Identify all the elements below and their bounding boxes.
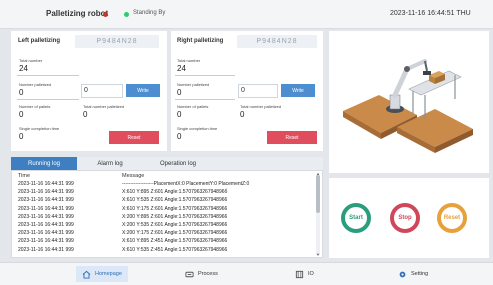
right-single-time-label: Single completion time bbox=[177, 126, 218, 131]
log-row-message: X:610 Y:895 Z:601 Angle:1.57079632679489… bbox=[122, 189, 228, 196]
right-total-underline bbox=[175, 75, 235, 76]
log-row-message: X:200 Y:535 Z:601 Angle:1.57079632679489… bbox=[122, 222, 228, 228]
log-row-time: 2023-11-16 16:44:31 999 bbox=[18, 230, 74, 237]
log-table[interactable]: Time Message 2023-11-16 16:44:31 999 ----… bbox=[11, 170, 323, 258]
left-total-palletized-label: Total number palletized bbox=[83, 104, 125, 109]
right-code-display: P9484N28 bbox=[237, 35, 317, 48]
log-scrollbar-thumb[interactable] bbox=[316, 175, 320, 213]
log-row-message: X:200 Y:175 Z:601 Angle:1.57079632679489… bbox=[122, 230, 228, 237]
nav-homepage[interactable]: Homepage bbox=[76, 266, 128, 282]
log-row: 2023-11-16 16:44:31 999 X:200 Y:175 Z:601… bbox=[12, 230, 302, 237]
right-palletizing-panel: Right palletizing P9484N28 Total number … bbox=[171, 31, 323, 151]
right-number-of-pallets: 0 bbox=[177, 110, 182, 119]
left-palletized-underline bbox=[17, 99, 79, 100]
right-single-time: 0 bbox=[177, 132, 182, 141]
log-row: 2023-11-16 16:44:31 999 X:610 Y:535 Z:601… bbox=[12, 197, 302, 204]
left-total-number-label: Total number bbox=[19, 58, 43, 63]
control-panel: Start Stop Reset bbox=[329, 178, 489, 258]
tab-operation-log[interactable]: Operation log bbox=[143, 157, 213, 170]
left-reset-button[interactable]: Reset bbox=[109, 131, 159, 144]
log-column-time: Time bbox=[18, 173, 31, 179]
start-button[interactable]: Start bbox=[341, 203, 371, 233]
log-row-message: X:610 Y:535 Z:451 Angle:1.57079632679489… bbox=[122, 246, 228, 253]
left-total-palletized: 0 bbox=[83, 110, 88, 119]
robot-cell-illustration bbox=[343, 59, 473, 153]
right-palletized-underline bbox=[175, 99, 235, 100]
log-row: 2023-11-16 16:44:31 999 X:200 Y:535 Z:601… bbox=[12, 222, 302, 229]
log-row-message: -------------------PlacementX:0 Placemen… bbox=[122, 181, 250, 187]
app-title: Palletizing robot bbox=[46, 9, 109, 18]
right-panel-title: Right palletizing bbox=[177, 38, 224, 44]
clock: 2023-11-16 16:44:51 THU bbox=[390, 10, 471, 17]
right-total-palletized: 0 bbox=[240, 110, 245, 119]
bottom-navigation: Homepage Process IO Setting bbox=[0, 262, 493, 285]
stop-button[interactable]: Stop bbox=[390, 203, 420, 233]
log-row: 2023-11-16 16:44:31 999 X:610 Y:535 Z:451… bbox=[12, 247, 302, 254]
gear-icon bbox=[398, 270, 407, 279]
log-row-time: 2023-11-16 16:44:31 999 bbox=[18, 197, 74, 204]
right-number-palletized-label: Number palletized bbox=[177, 82, 210, 87]
right-total-palletized-label: Total number palletized bbox=[240, 104, 282, 109]
right-total-number: 24 bbox=[177, 64, 186, 73]
log-row: 2023-11-16 16:44:31 999 X:610 Y:895 Z:451… bbox=[12, 238, 302, 245]
nav-homepage-label: Homepage bbox=[95, 271, 122, 277]
left-panel-title: Left palletizing bbox=[18, 38, 60, 44]
left-number-of-pallets: 0 bbox=[19, 110, 24, 119]
left-total-number: 24 bbox=[19, 64, 28, 73]
left-number-palletized-label: Number palletized bbox=[19, 82, 52, 87]
status-indicator-icon bbox=[124, 12, 129, 17]
record-indicator-icon bbox=[103, 12, 108, 17]
left-write-button[interactable]: Write bbox=[126, 84, 160, 97]
log-tabs: Running log Alarm log Operation log bbox=[11, 157, 323, 170]
right-total-number-label: Total number bbox=[177, 58, 201, 63]
log-column-message: Message bbox=[122, 173, 145, 179]
log-row-time: 2023-11-16 16:44:31 999 bbox=[18, 238, 74, 245]
log-row-time: 2023-11-16 16:44:31 999 bbox=[18, 181, 74, 187]
log-row: 2023-11-16 16:44:31 999 X:610 Y:175 Z:601… bbox=[12, 206, 302, 213]
robot-view-panel bbox=[329, 31, 489, 173]
log-row: 2023-11-16 16:44:31 999 X:610 Y:895 Z:601… bbox=[12, 189, 302, 196]
nav-io[interactable]: IO bbox=[295, 266, 314, 282]
log-row-time: 2023-11-16 16:44:31 999 bbox=[18, 222, 74, 228]
log-row-message: X:610 Y:535 Z:601 Angle:1.57079632679489… bbox=[122, 197, 228, 204]
left-palletized-input[interactable]: 0 bbox=[81, 84, 123, 98]
clock-weekday: THU bbox=[456, 10, 471, 17]
scroll-down-icon[interactable]: ▼ bbox=[316, 252, 320, 257]
reset-button[interactable]: Reset bbox=[437, 203, 467, 233]
log-row: 2023-11-16 16:44:31 999 X:200 Y:895 Z:601… bbox=[12, 214, 302, 221]
log-row-time: 2023-11-16 16:44:31 999 bbox=[18, 205, 74, 212]
left-palletizing-panel: Left palletizing P9484N28 Total number 2… bbox=[11, 31, 167, 151]
io-icon bbox=[295, 270, 304, 279]
nav-process[interactable]: Process bbox=[185, 266, 218, 282]
log-row-time: 2023-11-16 16:44:31 999 bbox=[18, 189, 74, 196]
log-row-message: X:610 Y:175 Z:601 Angle:1.57079632679489… bbox=[122, 205, 228, 212]
log-row-message: X:610 Y:895 Z:451 Angle:1.57079632679489… bbox=[122, 238, 228, 245]
process-icon bbox=[185, 270, 194, 279]
left-number-palletized: 0 bbox=[19, 88, 24, 97]
clock-datetime: 2023-11-16 16:44:51 bbox=[390, 10, 455, 17]
nav-setting-label: Setting bbox=[411, 271, 429, 277]
log-row-time: 2023-11-16 16:44:31 999 bbox=[18, 246, 74, 253]
left-single-time-label: Single completion time bbox=[19, 126, 60, 131]
log-row: 2023-11-16 16:44:31 999 -----------------… bbox=[12, 181, 302, 188]
nav-setting[interactable]: Setting bbox=[398, 266, 428, 282]
status-text: Standing By bbox=[133, 10, 166, 16]
right-reset-button[interactable]: Reset bbox=[267, 131, 317, 144]
left-single-time: 0 bbox=[19, 132, 24, 141]
tab-running-log[interactable]: Running log bbox=[11, 157, 77, 170]
right-write-button[interactable]: Write bbox=[281, 84, 315, 97]
left-number-of-pallets-label: Number of pallets bbox=[19, 104, 51, 109]
left-total-underline bbox=[17, 75, 79, 76]
log-row-time: 2023-11-16 16:44:31 999 bbox=[18, 213, 74, 220]
left-code-display: P9484N28 bbox=[75, 35, 159, 48]
nav-process-label: Process bbox=[198, 271, 218, 277]
top-bar: Palletizing robot Standing By 2023-11-16… bbox=[0, 0, 493, 29]
tab-alarm-log[interactable]: Alarm log bbox=[77, 157, 143, 170]
nav-io-label: IO bbox=[308, 271, 314, 277]
home-icon bbox=[82, 270, 91, 279]
right-number-palletized: 0 bbox=[177, 88, 182, 97]
right-palletized-input[interactable]: 0 bbox=[238, 84, 278, 98]
log-row-message: X:200 Y:895 Z:601 Angle:1.57079632679489… bbox=[122, 213, 228, 220]
right-number-of-pallets-label: Number of pallets bbox=[177, 104, 209, 109]
